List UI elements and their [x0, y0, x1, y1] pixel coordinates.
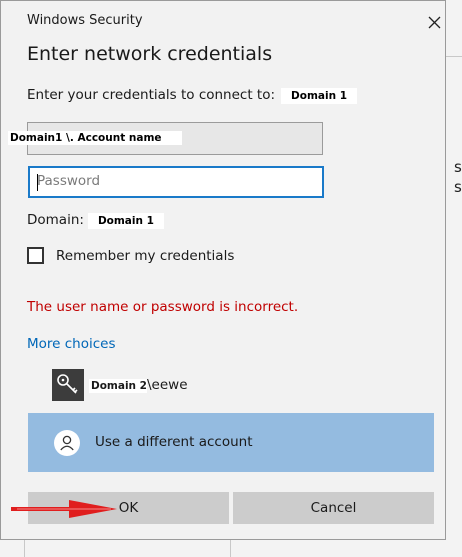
connect-prompt: Enter your credentials to connect to: Dom…: [27, 87, 358, 104]
dialog-heading: Enter network credentials: [27, 43, 273, 65]
username-field[interactable]: Domain1 \. Account name: [8, 122, 323, 155]
password-input[interactable]: [30, 168, 317, 194]
saved-account-option[interactable]: Domain 2\eewe: [27, 364, 433, 406]
key-icon: [57, 374, 78, 394]
person-icon: [60, 435, 74, 451]
domain-label: Domain:: [27, 212, 84, 228]
text-caret: [37, 174, 38, 191]
background-text-fragment: s: [454, 178, 462, 196]
connect-target: Domain 1: [281, 88, 358, 104]
background-divider: [24, 540, 25, 557]
connect-prompt-text: Enter your credentials to connect to:: [27, 87, 276, 103]
different-account-label: Use a different account: [95, 434, 253, 450]
background-divider: [230, 540, 231, 557]
checkbox-box[interactable]: [27, 247, 44, 264]
saved-account-user: \eewe: [147, 377, 188, 393]
background-app-edge: s s: [446, 0, 462, 557]
credentials-dialog: Windows Security Enter network credentia…: [0, 0, 446, 540]
username-value: Domain1 \. Account name: [8, 131, 182, 145]
background-app-bottom: [0, 540, 462, 557]
saved-account-name: Domain 2\eewe: [89, 377, 188, 393]
background-divider: [446, 56, 462, 57]
red-arrow-annotation: [11, 500, 117, 518]
domain-line: Domain: Domain 1: [27, 212, 164, 229]
key-tile: [52, 369, 84, 401]
different-account-option[interactable]: Use a different account: [28, 413, 434, 472]
remember-label: Remember my credentials: [56, 248, 235, 264]
domain-value: Domain 1: [87, 213, 164, 229]
avatar: [54, 430, 80, 456]
more-choices-link[interactable]: More choices: [27, 336, 116, 352]
close-button[interactable]: [419, 7, 451, 37]
close-icon: [428, 16, 441, 29]
cancel-button[interactable]: Cancel: [233, 492, 434, 524]
password-field[interactable]: [28, 166, 324, 198]
error-message: The user name or password is incorrect.: [27, 299, 299, 315]
window-title: Windows Security: [27, 13, 143, 28]
background-text-fragment: s: [454, 158, 462, 176]
saved-account-domain: Domain 2: [89, 379, 147, 393]
